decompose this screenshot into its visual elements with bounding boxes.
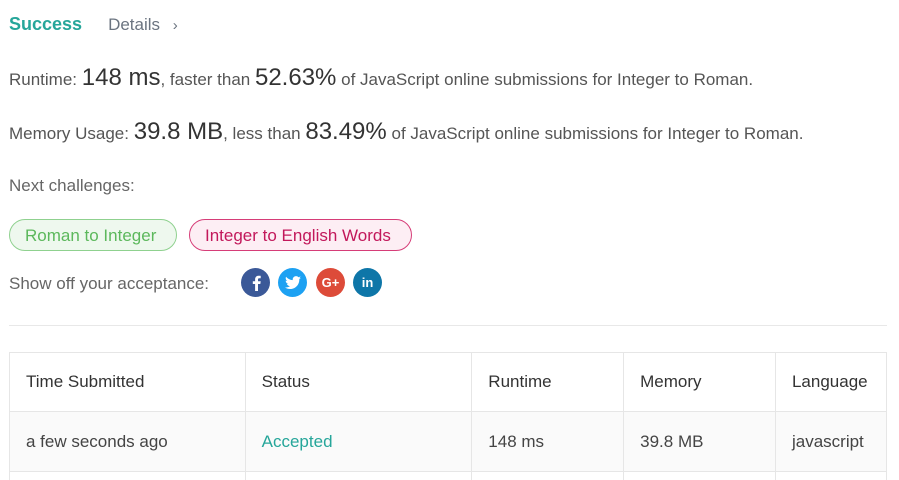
details-label: Details xyxy=(108,15,161,34)
status-success: Success xyxy=(9,14,83,34)
runtime-percent: 52.63% xyxy=(254,64,337,91)
runtime-label: Runtime: xyxy=(9,70,78,89)
submissions-table: Time Submitted Status Runtime Memory Lan… xyxy=(9,352,888,480)
memory-label: Memory Usage: xyxy=(9,124,129,143)
memory-percent: 83.49% xyxy=(305,118,387,145)
runtime-summary: Runtime: 148 ms, faster than 52.63% of J… xyxy=(9,64,753,92)
next-challenges-label: Next challenges: xyxy=(9,176,135,195)
cell-language: javascript xyxy=(774,411,888,472)
header-status[interactable]: Status xyxy=(244,352,473,412)
header-memory[interactable]: Memory xyxy=(623,352,776,412)
header-time-submitted[interactable]: Time Submitted xyxy=(9,352,246,412)
share-label: Show off your acceptance: xyxy=(9,274,210,293)
chevron-right-icon: › xyxy=(172,17,178,34)
header-runtime[interactable]: Runtime xyxy=(471,352,625,412)
details-link[interactable]: Details › xyxy=(108,15,178,35)
result-header: Success Details › xyxy=(9,14,178,35)
cell-status-accepted[interactable]: Accepted xyxy=(244,411,473,472)
cell-empty xyxy=(623,471,776,480)
header-language[interactable]: Language xyxy=(774,352,888,412)
google-plus-icon[interactable]: G+ xyxy=(316,268,345,297)
table-row-partial xyxy=(9,471,888,480)
runtime-suffix: of JavaScript online submissions for Int… xyxy=(341,70,754,89)
runtime-comparison: , faster than xyxy=(160,70,251,89)
facebook-icon[interactable] xyxy=(241,268,270,297)
cell-empty xyxy=(9,471,246,480)
twitter-icon[interactable] xyxy=(278,268,307,297)
challenge-integer-to-english-words[interactable]: Integer to English Words xyxy=(189,219,412,251)
memory-suffix: of JavaScript online submissions for Int… xyxy=(391,124,804,143)
cell-empty xyxy=(471,471,625,480)
google-plus-glyph: G+ xyxy=(321,275,340,290)
linkedin-icon[interactable]: in xyxy=(353,268,382,297)
cell-memory: 39.8 MB xyxy=(623,411,776,472)
memory-summary: Memory Usage: 39.8 MB, less than 83.49% … xyxy=(9,118,803,146)
cell-empty xyxy=(774,471,888,480)
table-row: a few seconds ago Accepted 148 ms 39.8 M… xyxy=(9,411,888,472)
challenge-roman-to-integer[interactable]: Roman to Integer xyxy=(9,219,177,251)
runtime-value: 148 ms xyxy=(81,64,161,91)
table-header-row: Time Submitted Status Runtime Memory Lan… xyxy=(9,352,888,412)
cell-time-submitted: a few seconds ago xyxy=(9,411,246,472)
cell-empty xyxy=(244,471,473,480)
memory-value: 39.8 MB xyxy=(133,118,224,145)
memory-comparison: , less than xyxy=(223,124,301,143)
linkedin-glyph: in xyxy=(361,275,374,290)
section-divider xyxy=(9,325,887,326)
cell-runtime: 148 ms xyxy=(471,411,625,472)
